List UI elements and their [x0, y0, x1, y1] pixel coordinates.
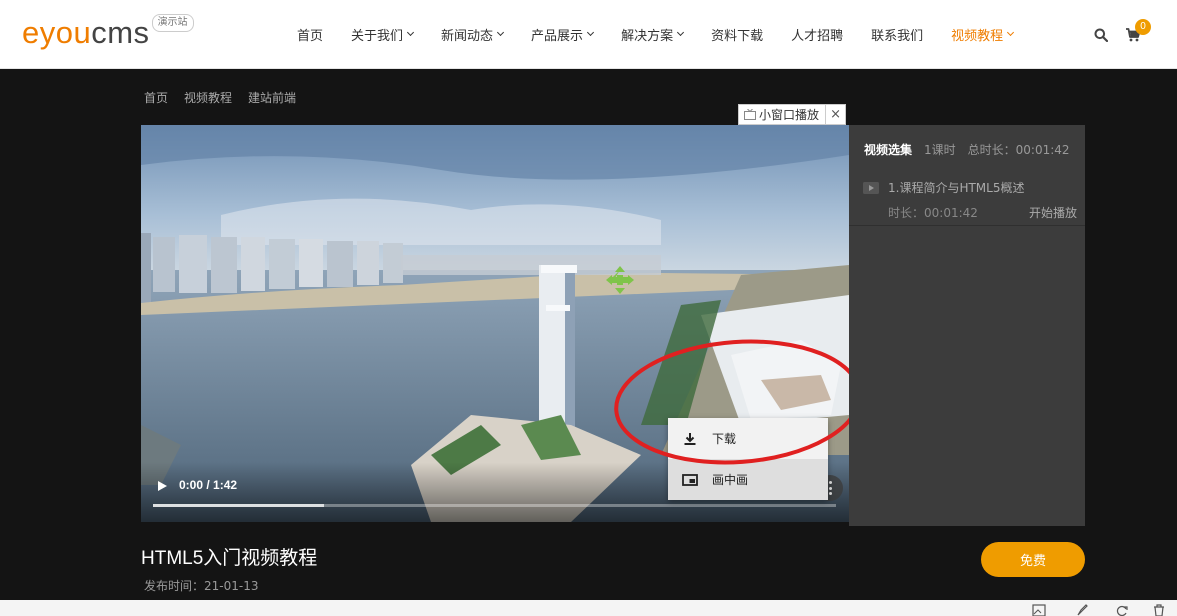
- mini-window-toggle: 小窗口播放 ×: [738, 104, 847, 125]
- bottom-toolbar: [0, 600, 1177, 616]
- breadcrumb-video-tutorials[interactable]: 视频教程: [184, 89, 232, 106]
- publish-date: 发布时间：21-01-13: [144, 579, 259, 593]
- nav-item-5[interactable]: 资料下载: [711, 25, 763, 44]
- nav-item-label: 产品展示: [531, 28, 584, 44]
- demo-badge: 演示站: [151, 14, 194, 32]
- nav-item-6[interactable]: 人才招聘: [791, 25, 843, 44]
- progress-buffered: [153, 504, 324, 507]
- chevron-down-icon: [406, 28, 415, 37]
- nav-item-label: 新闻动态: [441, 28, 494, 44]
- nav-item-label: 联系我们: [871, 28, 924, 44]
- site-header: eyoucms 演示站 首页 关于我们 新闻动态 产品展示 解决方案 资料下载 人才招聘 联系…: [0, 0, 1177, 69]
- close-icon[interactable]: ×: [826, 105, 845, 124]
- mini-window-label: 小窗口播放: [759, 108, 820, 122]
- nav-item-1[interactable]: 关于我们: [351, 25, 415, 44]
- nav-item-label: 首页: [297, 28, 324, 44]
- playlist-lesson-count: 1课时: [924, 143, 956, 157]
- player-options-menu: 下载 画中画: [668, 418, 828, 500]
- breadcrumb-home[interactable]: 首页: [144, 89, 168, 106]
- playback-time: 0:00 / 1:42: [179, 478, 238, 492]
- menu-item-pip-label: 画中画: [712, 473, 749, 487]
- video-playlist: 视频选集 1课时 总时长：00:01:42 1.课程简介与HTML5概述 时长：…: [849, 125, 1085, 526]
- menu-item-picture-in-picture[interactable]: 画中画: [668, 459, 828, 500]
- chevron-down-icon: [497, 28, 505, 37]
- playlist-header: 视频选集 1课时 总时长：00:01:42: [864, 141, 1070, 158]
- nav-item-8[interactable]: 视频教程: [951, 25, 1015, 44]
- site-logo[interactable]: eyoucms 演示站: [22, 14, 194, 54]
- play-icon[interactable]: [156, 480, 168, 492]
- lesson-title: 1.课程简介与HTML5概述: [888, 181, 1025, 195]
- rocket-icon[interactable]: [1075, 604, 1089, 616]
- start-playing-button[interactable]: 开始播放: [1029, 204, 1077, 221]
- mini-window-button[interactable]: 小窗口播放: [739, 105, 827, 124]
- refresh-icon[interactable]: [1115, 604, 1129, 616]
- course-title: HTML5入门视频教程: [141, 548, 318, 569]
- breadcrumb: 首页 视频教程 建站前端: [144, 89, 312, 106]
- main-nav: 首页 关于我们 新闻动态 产品展示 解决方案 资料下载 人才招聘 联系我们 视频教程: [283, 0, 1027, 68]
- menu-item-download[interactable]: 下载: [668, 418, 828, 459]
- menu-item-download-label: 下载: [712, 432, 737, 446]
- cart-count-badge: 0: [1135, 19, 1151, 35]
- chevron-down-icon: [1007, 28, 1015, 37]
- lesson-duration: 时长：00:01:42: [888, 206, 978, 220]
- progress-bar[interactable]: [153, 504, 836, 507]
- nav-item-7[interactable]: 联系我们: [871, 25, 923, 44]
- nav-item-0[interactable]: 首页: [297, 25, 323, 44]
- image-icon[interactable]: [1032, 604, 1046, 616]
- nav-item-2[interactable]: 新闻动态: [441, 25, 505, 44]
- nav-item-label: 资料下载: [711, 28, 764, 44]
- nav-item-4[interactable]: 解决方案: [621, 25, 685, 44]
- chevron-down-icon: [677, 28, 685, 37]
- free-button[interactable]: 免费: [981, 542, 1085, 577]
- nav-item-label: 关于我们: [351, 28, 404, 44]
- nav-item-label: 解决方案: [621, 28, 674, 44]
- logo-text: eyoucms: [22, 15, 150, 50]
- download-icon: [684, 432, 696, 445]
- trash-icon[interactable]: [1152, 604, 1166, 616]
- nav-item-label: 视频教程: [951, 28, 1004, 44]
- nav-item-3[interactable]: 产品展示: [531, 25, 595, 44]
- breadcrumb-frontend[interactable]: 建站前端: [248, 89, 296, 106]
- playlist-item[interactable]: 1.课程简介与HTML5概述 时长：00:01:42 开始播放: [849, 173, 1085, 226]
- picture-in-picture-icon: [682, 473, 698, 486]
- search-icon[interactable]: [1094, 28, 1108, 42]
- video-play-icon: [863, 182, 879, 194]
- chevron-down-icon: [587, 28, 595, 37]
- tv-icon: [744, 109, 756, 120]
- playlist-title: 视频选集: [864, 143, 913, 157]
- playlist-total-duration: 总时长：00:01:42: [967, 143, 1070, 157]
- nav-item-label: 人才招聘: [791, 28, 844, 44]
